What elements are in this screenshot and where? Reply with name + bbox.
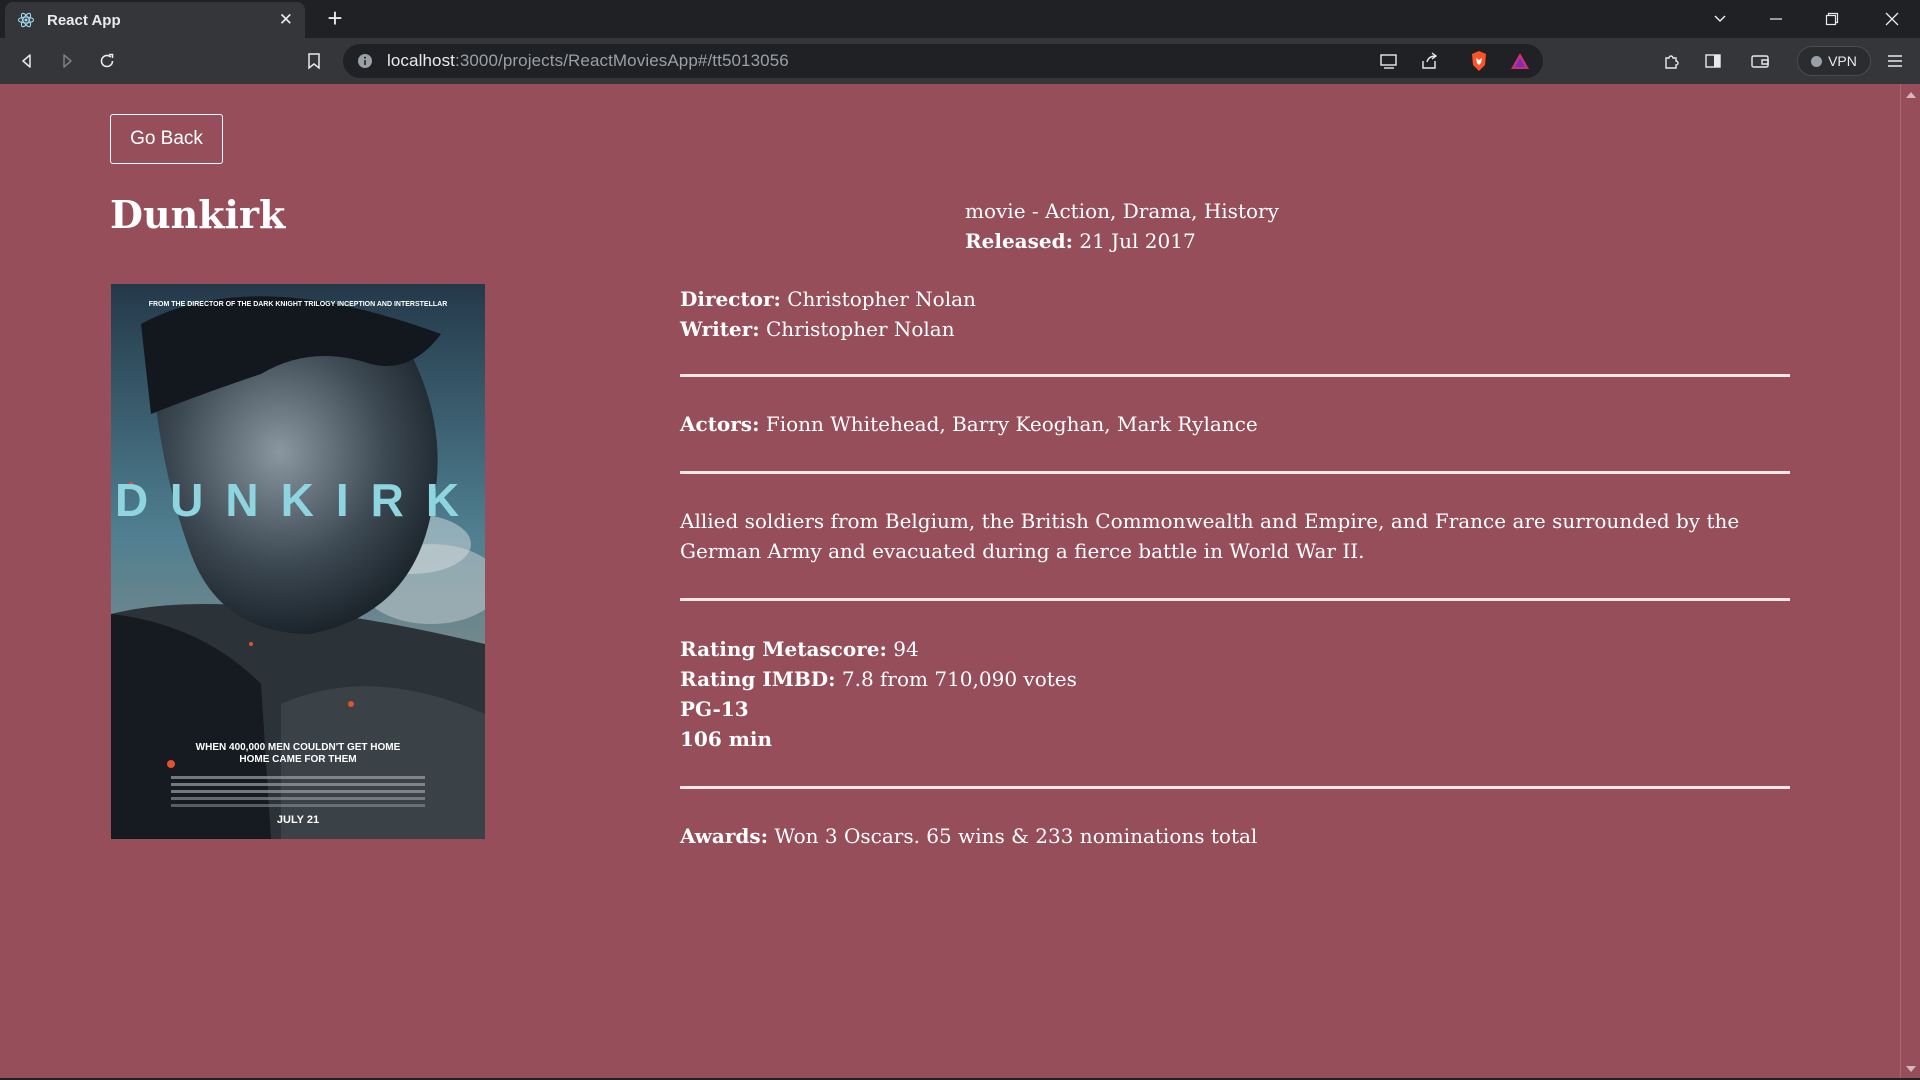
close-window-button[interactable] [1864,0,1920,38]
sidebar-toggle-icon[interactable] [1698,46,1728,76]
vpn-status-icon [1811,55,1823,67]
wallet-icon[interactable] [1745,46,1775,76]
movie-details: Director: Christopher Nolan Writer: Chri… [680,284,1790,851]
runtime-row: 106 min [680,724,1790,754]
address-bar[interactable]: localhost:3000/projects/ReactMoviesApp#/… [343,44,1543,78]
type-genres: movie - Action, Drama, History [965,199,1279,223]
share-icon[interactable] [1414,46,1444,76]
released-value: 21 Jul 2017 [1079,229,1196,253]
writer-label: Writer: [680,317,760,341]
writer-value: Christopher Nolan [765,317,955,341]
movie-poster: FROM THE DIRECTOR OF THE DARK KNIGHT TRI… [111,284,485,839]
actors-label: Actors: [680,412,760,436]
director-row: Director: Christopher Nolan [680,284,1790,314]
back-arrow-icon[interactable] [12,46,42,76]
rated-value: PG-13 [680,697,749,721]
released-row: Released: 21 Jul 2017 [965,226,1279,256]
tab-close-icon[interactable]: ✕ [279,10,293,30]
tab-react-app[interactable]: React App ✕ [5,2,305,38]
released-label: Released: [965,229,1073,253]
poster-tagline-1: WHEN 400,000 MEN COULDN'T GET HOME [196,742,401,753]
browser-toolbar: localhost:3000/projects/ReactMoviesApp#/… [0,38,1920,84]
tab-strip: React App ✕ + [0,0,1920,38]
cast-icon[interactable] [1374,46,1404,76]
imdb-rating-row: Rating IMBD: 7.8 from 710,090 votes [680,664,1790,694]
tab-title: React App [47,11,121,29]
awards-row: Awards: Won 3 Oscars. 65 wins & 233 nomi… [680,821,1790,851]
extensions-puzzle-icon[interactable] [1657,46,1687,76]
poster-release-date: JULY 21 [277,814,319,826]
new-tab-button[interactable]: + [320,4,350,34]
awards-value: Won 3 Oscars. 65 wins & 233 nominations … [774,824,1258,848]
writer-row: Writer: Christopher Nolan [680,314,1790,344]
actors-row: Actors: Fionn Whitehead, Barry Keoghan, … [680,409,1790,439]
movie-title: Dunkirk [110,192,286,237]
awards-label: Awards: [680,824,769,848]
reload-icon[interactable] [92,46,122,76]
poster-top-credit: FROM THE DIRECTOR OF THE DARK KNIGHT TRI… [149,301,448,308]
minimize-button[interactable] [1748,0,1804,38]
restore-button[interactable] [1804,0,1860,38]
go-back-button[interactable]: Go Back [110,114,223,164]
vpn-button[interactable]: VPN [1797,46,1871,76]
site-info-icon[interactable] [357,53,373,69]
metascore-label: Rating Metascore: [680,637,887,661]
poster-tagline-2: HOME CAME FOR THEM [239,754,356,765]
rated-row: PG-13 [680,694,1790,724]
page-viewport: Go Back Dunkirk FROM THE DIRECTOR OF THE… [0,84,1900,1078]
brave-shields-icon[interactable] [1464,46,1494,76]
metascore-row: Rating Metascore: 94 [680,634,1790,664]
brave-rewards-icon[interactable] [1505,46,1535,76]
forward-arrow-icon[interactable] [52,46,82,76]
director-label: Director: [680,287,781,311]
movie-meta-header: movie - Action, Drama, History Released:… [965,196,1279,256]
menu-hamburger-icon[interactable] [1880,46,1910,76]
vpn-label: VPN [1828,53,1857,69]
tab-search-chevron-icon[interactable] [1692,0,1748,38]
metascore-value: 94 [893,637,919,661]
vertical-scrollbar[interactable] [1900,84,1920,1080]
bookmark-icon[interactable] [299,46,329,76]
director-value: Christopher Nolan [787,287,976,311]
imdb-value: 7.8 from 710,090 votes [841,667,1077,691]
url-text: localhost:3000/projects/ReactMoviesApp#/… [387,51,789,70]
imdb-label: Rating IMBD: [680,667,836,691]
react-favicon-icon [17,11,35,29]
plot-summary: Allied soldiers from Belgium, the Britis… [680,509,1740,563]
scroll-up-arrow-icon[interactable] [1906,92,1916,98]
scroll-down-arrow-icon[interactable] [1906,1066,1916,1072]
poster-wordmark: DUNKIRK [115,474,481,526]
actors-value: Fionn Whitehead, Barry Keoghan, Mark Ryl… [765,412,1258,436]
runtime-value: 106 min [680,727,773,751]
